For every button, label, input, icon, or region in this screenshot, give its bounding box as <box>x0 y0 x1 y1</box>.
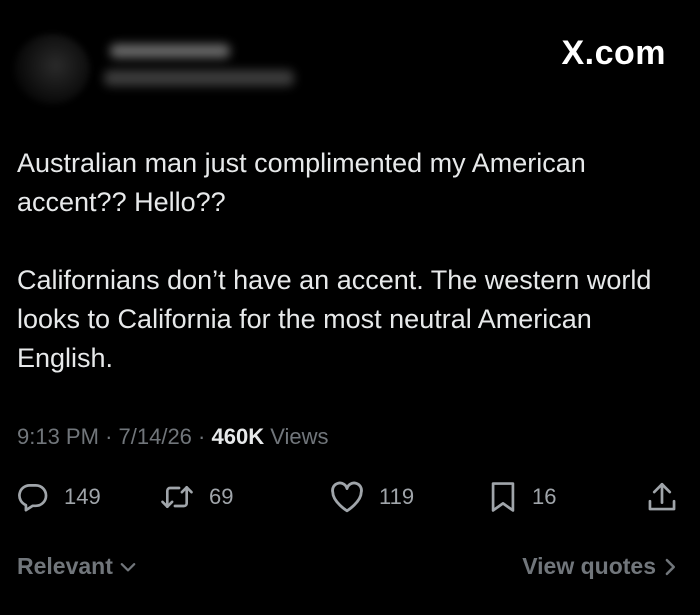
bookmark-button[interactable]: 16 <box>488 472 556 522</box>
views-label: Views <box>270 424 329 449</box>
tweet-footer: Relevant View quotes <box>0 548 700 588</box>
sort-label: Relevant <box>17 553 113 579</box>
reply-button[interactable]: 149 <box>16 472 101 522</box>
tweet-paragraph: Californians don’t have an accent. The w… <box>17 265 652 373</box>
brand-logo: X.com <box>561 34 666 72</box>
tweet-paragraph: Australian man just complimented my Amer… <box>17 148 586 217</box>
bookmark-icon <box>488 480 518 514</box>
blurred-handle <box>104 70 294 86</box>
heart-icon <box>329 480 365 514</box>
repost-icon <box>159 480 195 514</box>
tweet-meta: 9:13 PM · 7/14/26 · 460K Views <box>17 424 329 450</box>
avatar[interactable] <box>14 34 90 104</box>
like-button[interactable]: 119 <box>329 472 414 522</box>
view-quotes-label: View quotes <box>522 553 656 579</box>
tweet-time[interactable]: 9:13 PM <box>17 424 99 449</box>
chevron-right-icon <box>656 557 678 577</box>
share-icon <box>646 480 678 514</box>
views-count: 460K <box>211 424 265 449</box>
share-button[interactable] <box>646 472 678 522</box>
bookmark-count: 16 <box>532 484 557 509</box>
like-count: 119 <box>379 484 415 509</box>
meta-separator: · <box>105 424 113 449</box>
tweet-header: X.com <box>0 0 700 120</box>
chevron-down-icon <box>113 558 137 576</box>
reply-count: 149 <box>64 484 101 509</box>
view-quotes-link[interactable]: View quotes <box>522 553 678 580</box>
meta-separator: · <box>198 424 206 449</box>
repost-count: 69 <box>209 484 234 509</box>
action-bar: 149 69 119 16 <box>0 472 700 522</box>
repost-button[interactable]: 69 <box>159 472 233 522</box>
sort-dropdown[interactable]: Relevant <box>17 553 137 580</box>
reply-icon <box>16 480 50 514</box>
tweet-date[interactable]: 7/14/26 <box>119 424 192 449</box>
tweet-text: Australian man just complimented my Amer… <box>17 144 677 378</box>
blurred-user-info <box>104 42 304 92</box>
blurred-display-name <box>110 44 230 58</box>
